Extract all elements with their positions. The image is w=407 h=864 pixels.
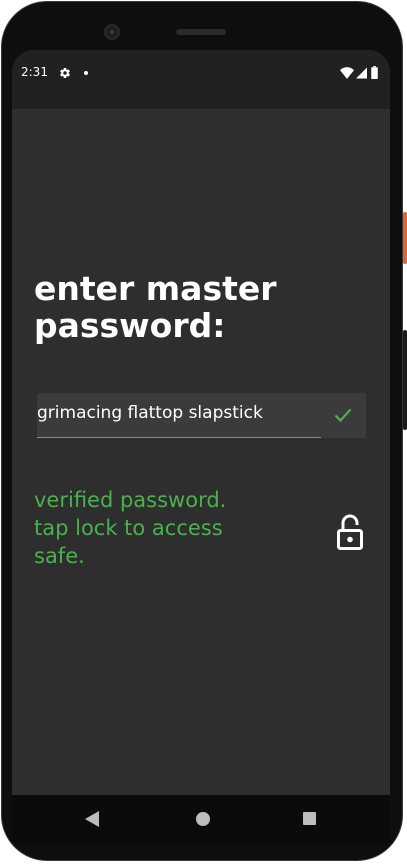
battery-icon: [371, 66, 378, 79]
page-title: enter master password:: [34, 270, 374, 344]
status-message-line-3: safe.: [34, 544, 85, 568]
status-bar: 2:31: [12, 50, 390, 109]
check-icon: [334, 408, 352, 423]
system-navigation-bar: [12, 795, 390, 843]
password-input-underline: [37, 437, 321, 438]
cell-signal-icon: [356, 67, 367, 79]
status-message-line-1: verified password.: [34, 488, 227, 512]
password-field-container: grimacing flattop slapstick: [37, 393, 366, 438]
page-title-line-1: enter master: [34, 269, 277, 308]
unlock-safe-button[interactable]: [332, 513, 368, 553]
lock-open-icon: [337, 514, 363, 550]
status-message: verified password. tap lock to access sa…: [34, 486, 284, 570]
phone-frame: 2:31 enter master password: grimacing fl…: [0, 0, 407, 864]
earpiece-speaker: [176, 29, 226, 35]
notification-dot-icon: [84, 71, 88, 75]
home-icon[interactable]: [196, 812, 210, 826]
wifi-icon: [340, 67, 354, 79]
recents-icon[interactable]: [303, 812, 316, 825]
power-button: [403, 212, 407, 264]
volume-button: [403, 330, 407, 430]
page-title-line-2: password:: [34, 306, 226, 345]
app-screen: 2:31 enter master password: grimacing fl…: [12, 50, 390, 823]
status-time: 2:31: [21, 65, 48, 79]
settings-icon: [60, 68, 70, 79]
front-camera: [104, 24, 120, 40]
password-input[interactable]: grimacing flattop slapstick: [37, 403, 263, 423]
back-icon[interactable]: [85, 811, 99, 827]
status-message-line-2: tap lock to access: [34, 516, 223, 540]
